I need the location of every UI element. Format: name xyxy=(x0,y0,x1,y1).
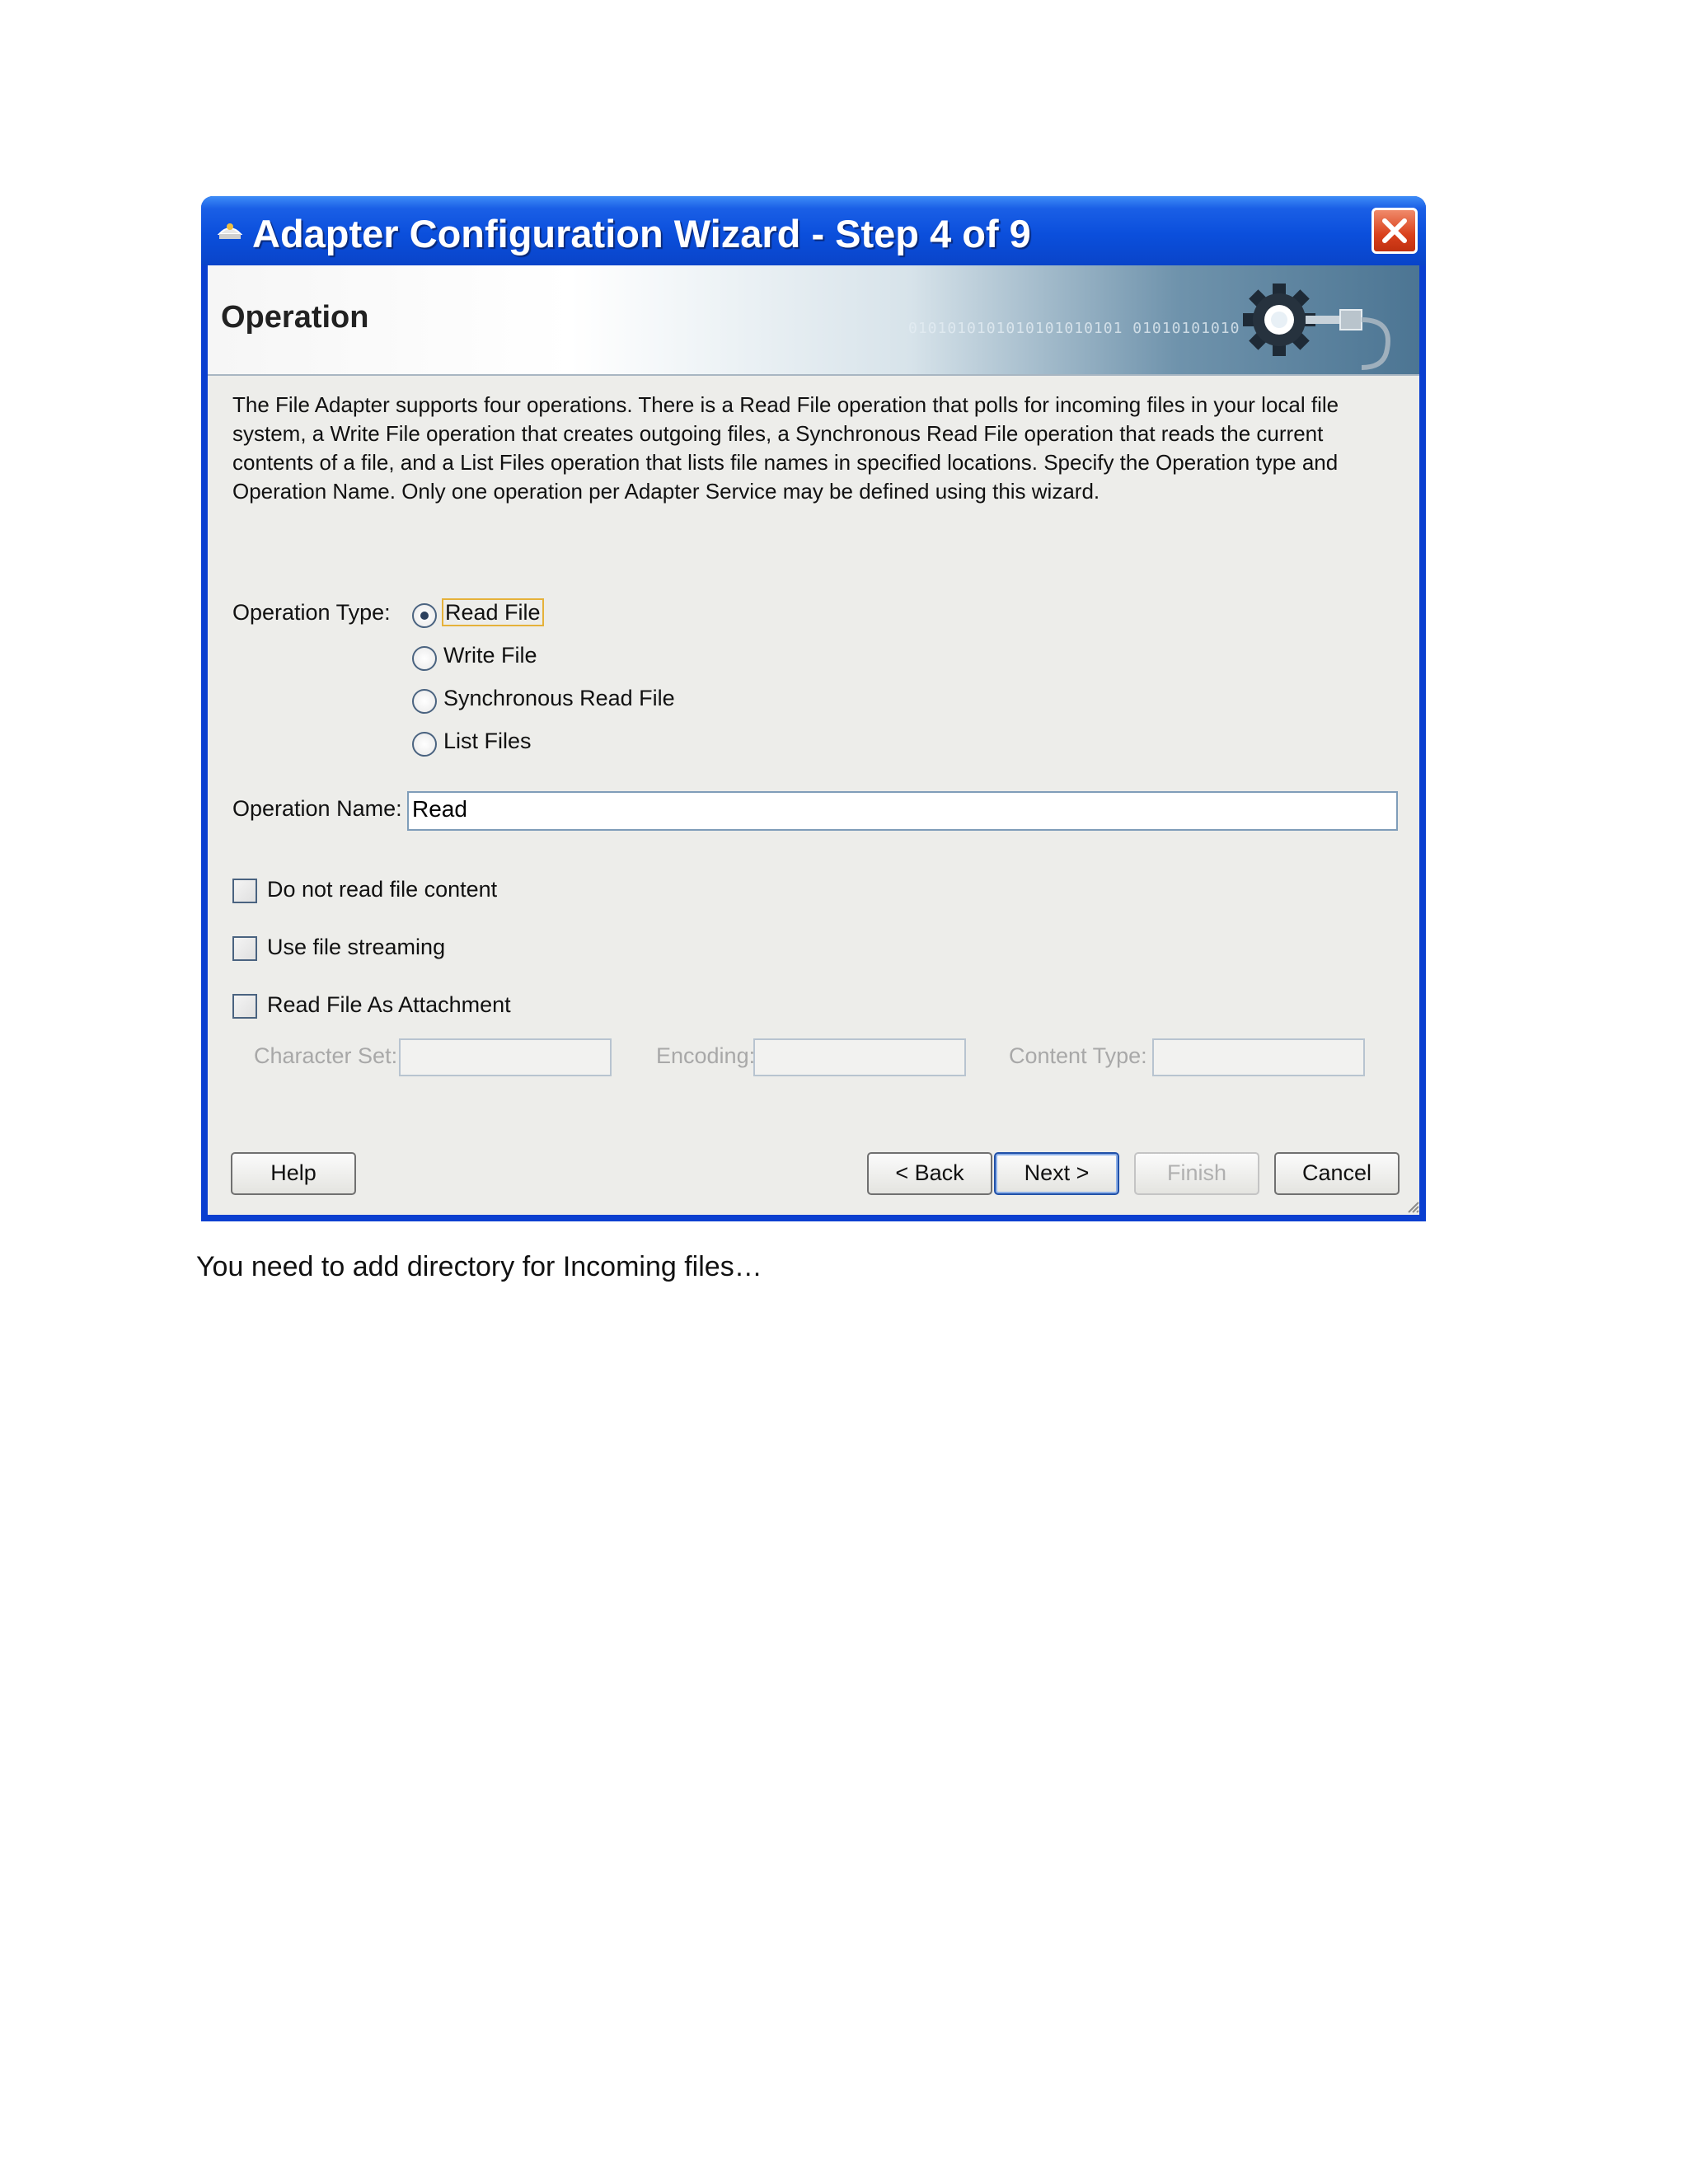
step-title: Operation xyxy=(221,300,369,335)
content-type-input xyxy=(1152,1038,1365,1076)
operation-description: The File Adapter supports four operation… xyxy=(232,392,1339,504)
finish-button: Finish xyxy=(1134,1152,1259,1195)
character-set-label: Character Set: xyxy=(254,1043,398,1068)
radio-label-read-file[interactable]: Read File xyxy=(442,598,544,626)
checkbox-read-file-as-attachment[interactable] xyxy=(232,994,257,1019)
back-button[interactable]: < Back xyxy=(867,1152,992,1195)
encoding-input xyxy=(753,1038,966,1076)
gear-plug-icon xyxy=(1243,284,1390,370)
operation-name-input[interactable]: Read xyxy=(407,791,1398,831)
binary-decoration: 0101010101010101010101 01010101010 xyxy=(908,320,1240,337)
option-read-file-text: Read File xyxy=(442,598,544,626)
radio-list-files[interactable] xyxy=(412,732,437,757)
step-banner: Operation 0101010101010101010101 0101010… xyxy=(208,265,1419,376)
radio-write-file[interactable] xyxy=(412,646,437,671)
window-title: Adapter Configuration Wizard - Step 4 of… xyxy=(252,212,1031,255)
checkbox-use-file-streaming[interactable] xyxy=(232,936,257,961)
operation-type-label: Operation Type: xyxy=(232,600,391,625)
close-icon xyxy=(1382,218,1407,243)
document-caption: You need to add directory for Incoming f… xyxy=(196,1251,762,1282)
wizard-window: Adapter Configuration Wizard - Step 4 of… xyxy=(201,196,1426,1221)
radio-label-list-files[interactable]: List Files xyxy=(443,729,532,754)
title-bar[interactable]: Adapter Configuration Wizard - Step 4 of… xyxy=(201,196,1426,265)
checkbox-label-read-file-as-attachment[interactable]: Read File As Attachment xyxy=(267,992,511,1018)
resize-grip-icon[interactable] xyxy=(1404,1198,1419,1213)
close-button[interactable] xyxy=(1372,208,1418,254)
radio-synchronous-read-file[interactable] xyxy=(412,689,437,714)
cancel-button[interactable]: Cancel xyxy=(1274,1152,1400,1195)
checkbox-do-not-read-content[interactable] xyxy=(232,879,257,903)
character-set-input xyxy=(399,1038,612,1076)
encoding-label: Encoding: xyxy=(656,1043,756,1068)
adapter-app-icon xyxy=(217,223,243,239)
next-button[interactable]: Next > xyxy=(994,1152,1119,1195)
content-type-label: Content Type: xyxy=(1009,1043,1147,1068)
radio-label-write-file[interactable]: Write File xyxy=(443,643,537,668)
radio-label-synchronous-read-file[interactable]: Synchronous Read File xyxy=(443,686,675,711)
radio-read-file[interactable] xyxy=(412,603,437,628)
checkbox-label-use-file-streaming[interactable]: Use file streaming xyxy=(267,935,445,960)
help-button[interactable]: Help xyxy=(231,1152,356,1195)
wizard-client-area: Operation 0101010101010101010101 0101010… xyxy=(208,265,1419,1215)
checkbox-label-do-not-read-content[interactable]: Do not read file content xyxy=(267,877,497,902)
operation-name-label: Operation Name: xyxy=(232,796,402,821)
